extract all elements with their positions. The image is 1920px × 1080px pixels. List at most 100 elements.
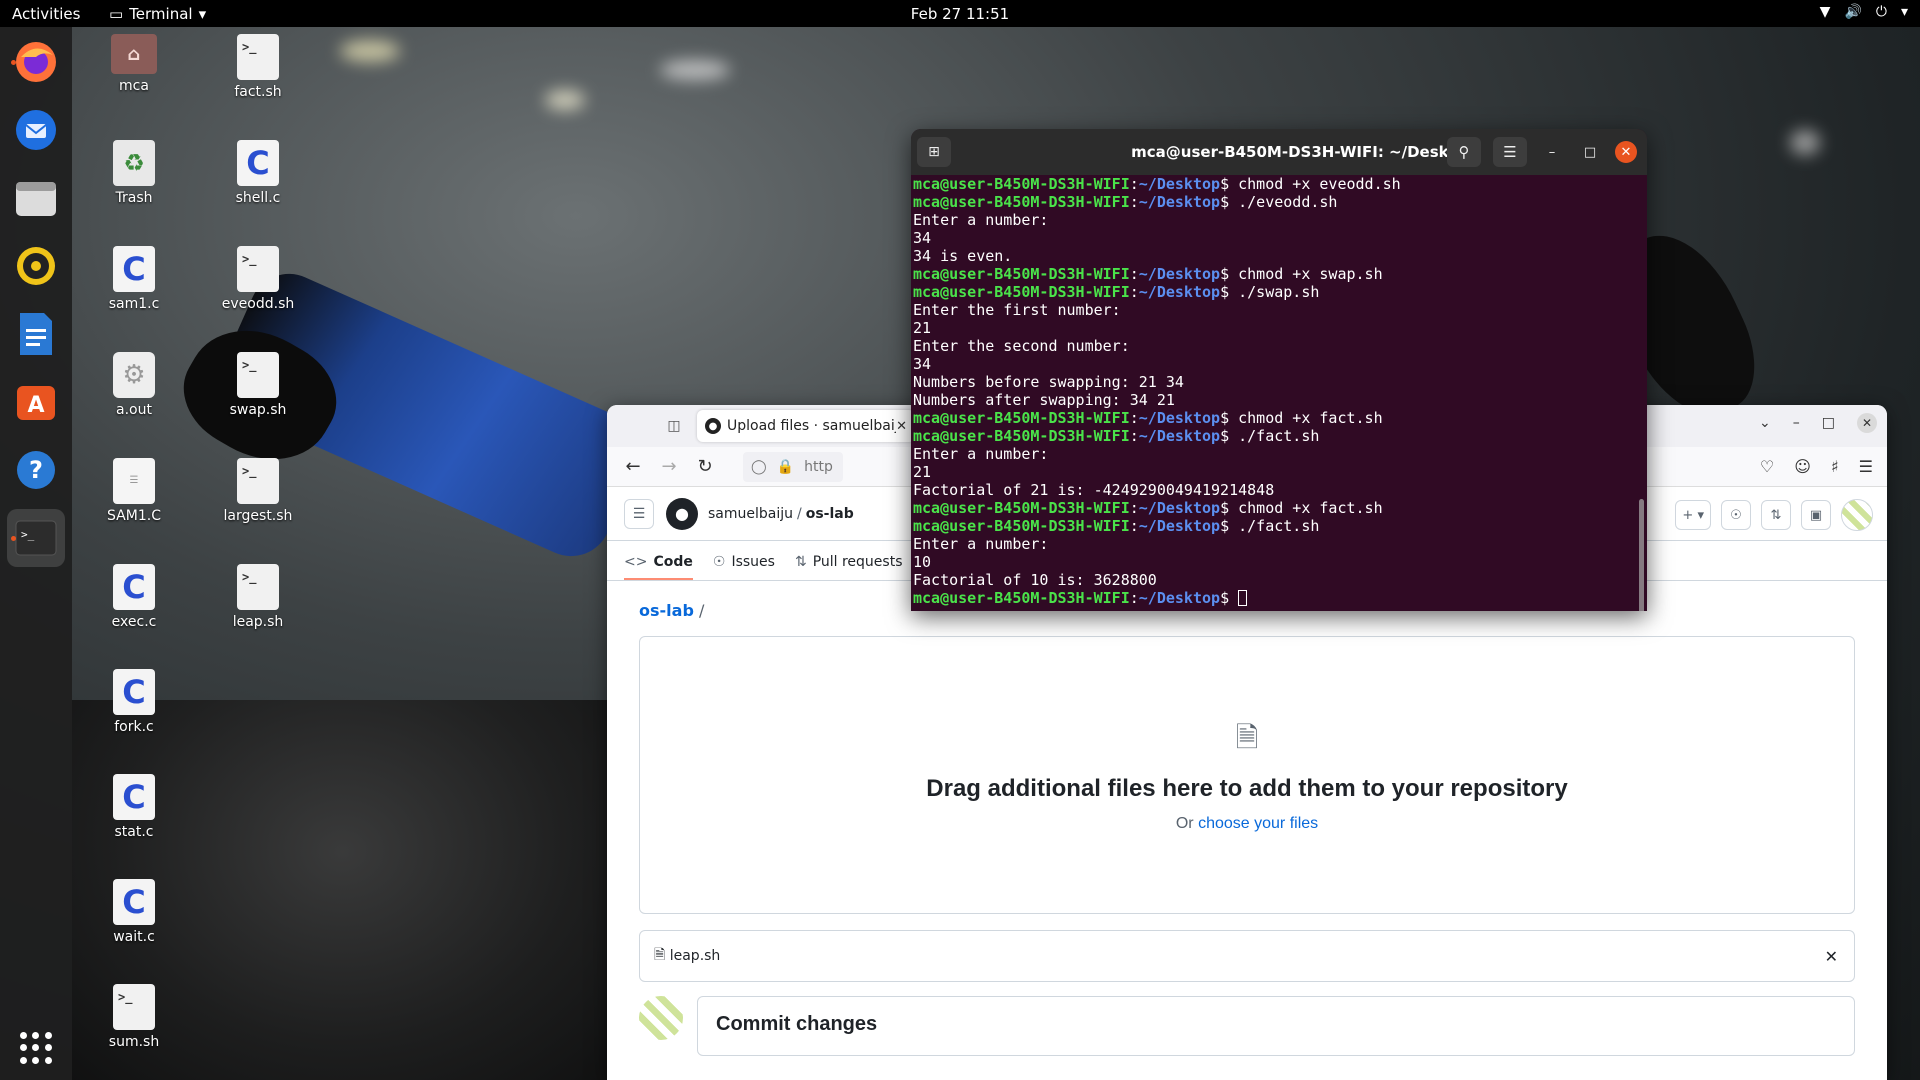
file-drop-zone[interactable]: 🗎 Drag additional files here to add them… xyxy=(639,636,1855,914)
browser-tab[interactable]: ● Upload files · samuelbaiju ✕ xyxy=(697,410,915,442)
software-icon: A xyxy=(17,386,55,420)
volume-icon: 🔊 xyxy=(1844,4,1862,20)
dock-writer[interactable] xyxy=(7,305,65,363)
terminal-output[interactable]: mca@user-B450M-DS3H-WIFI:~/Desktop$ chmo… xyxy=(911,175,1647,607)
show-apps-button[interactable] xyxy=(20,1032,52,1064)
desktop-icon-label: fact.sh xyxy=(234,84,282,100)
desktop-icon-mca[interactable]: ⌂ mca xyxy=(84,34,184,94)
dock-help[interactable]: ? xyxy=(7,441,65,499)
inbox-button[interactable]: ▣ xyxy=(1801,500,1831,530)
extensions-icon[interactable]: ♯ xyxy=(1831,457,1839,476)
new-tab-button[interactable]: ⊞ xyxy=(917,137,951,167)
github-menu-button[interactable]: ☰ xyxy=(624,498,654,529)
status-area[interactable]: ▼ 🔊 ⏻ ▾ xyxy=(1820,4,1908,20)
github-logo-icon[interactable]: ● xyxy=(666,497,698,530)
back-icon[interactable]: ← xyxy=(615,456,651,477)
prompt-user: mca@user-B450M-DS3H-WIFI xyxy=(913,283,1130,301)
terminal-command-line: mca@user-B450M-DS3H-WIFI:~/Desktop$ ./sw… xyxy=(913,283,1645,301)
firefox-icon xyxy=(16,42,56,82)
dock-rhythmbox[interactable] xyxy=(7,237,65,295)
terminal-icon: >_ xyxy=(15,520,57,556)
tab-code[interactable]: <> Code xyxy=(624,554,693,580)
forward-icon[interactable]: → xyxy=(651,456,687,477)
owner-link[interactable]: samuelbaiju xyxy=(708,506,793,522)
maximize-icon[interactable]: □ xyxy=(1577,145,1603,160)
desktop-icon-sum-sh[interactable]: >_ sum.sh xyxy=(84,984,184,1050)
app-menu-label: Terminal xyxy=(129,4,193,23)
pocket-icon[interactable]: ♡ xyxy=(1760,457,1774,476)
desktop-icon-fork-c[interactable]: C fork.c xyxy=(84,669,184,735)
output-text: 21 xyxy=(913,319,932,337)
plus-icon: + xyxy=(1682,507,1694,523)
issues-button[interactable]: ☉ xyxy=(1721,500,1751,530)
tab-overview-button[interactable]: ◫ xyxy=(659,411,689,441)
hamburger-icon: ☰ xyxy=(632,505,646,522)
remove-file-icon[interactable]: ✕ xyxy=(1825,947,1838,966)
close-window-icon[interactable]: ✕ xyxy=(1857,413,1877,433)
close-tab-icon[interactable]: ✕ xyxy=(896,419,907,434)
pull-request-icon: ⇅ xyxy=(1770,507,1782,523)
desktop-icon-sam1-c[interactable]: C sam1.c xyxy=(84,246,184,312)
url-bar[interactable]: ◯ 🔒 http xyxy=(743,451,843,482)
create-new-button[interactable]: + ▾ xyxy=(1675,500,1711,530)
new-tab-icon: ⊞ xyxy=(928,144,940,160)
desktop-icon-wait-c[interactable]: C wait.c xyxy=(84,879,184,945)
desktop-icon-a-out[interactable]: ⚙ a.out xyxy=(84,352,184,418)
desktop-icon-trash[interactable]: ♻ Trash xyxy=(84,140,184,206)
menu-button[interactable]: ☰ xyxy=(1493,137,1527,167)
prompt-user: mca@user-B450M-DS3H-WIFI xyxy=(913,409,1130,427)
prompt-symbol: $ xyxy=(1220,427,1239,445)
desktop-icon-leap-sh[interactable]: >_ leap.sh xyxy=(208,564,308,630)
issue-icon: ☉ xyxy=(1730,507,1742,523)
pull-requests-button[interactable]: ⇅ xyxy=(1761,500,1791,530)
menu-icon[interactable]: ☰ xyxy=(1859,457,1873,476)
clock[interactable]: Feb 27 11:51 xyxy=(0,5,1920,23)
repo-link[interactable]: os-lab xyxy=(806,506,854,522)
pull-request-icon: ⇅ xyxy=(794,554,807,570)
account-icon[interactable]: ☺ xyxy=(1794,457,1811,476)
tab-pull-requests[interactable]: ⇅ Pull requests xyxy=(795,554,903,580)
dock-files[interactable] xyxy=(7,169,65,227)
desktop-icon-fact-sh[interactable]: >_ fact.sh xyxy=(208,34,308,100)
avatar[interactable] xyxy=(1841,499,1873,531)
prompt-path: ~/Desktop xyxy=(1138,517,1221,535)
dock: A ? >_ xyxy=(0,27,72,1080)
choose-files-link[interactable]: choose your files xyxy=(1198,815,1318,832)
minimize-icon[interactable]: – xyxy=(1793,415,1800,431)
dock-software[interactable]: A xyxy=(7,373,65,431)
search-button[interactable]: ⚲ xyxy=(1447,137,1481,167)
desktop-icon-label: SAM1.C xyxy=(107,508,161,524)
terminal-title: mca@user-B450M-DS3H-WIFI: ~/Desktop xyxy=(1131,143,1477,161)
prompt-path: ~/Desktop xyxy=(1138,427,1221,445)
desktop-icon-eveodd-sh[interactable]: >_ eveodd.sh xyxy=(208,246,308,312)
prompt-path: ~/Desktop xyxy=(1138,283,1221,301)
tab-issues[interactable]: ☉ Issues xyxy=(713,554,775,580)
c-file-icon: C xyxy=(113,774,155,820)
path-repo-link[interactable]: os-lab xyxy=(639,601,694,620)
command-text: ./swap.sh xyxy=(1238,283,1320,301)
desktop-icon-shell-c[interactable]: C shell.c xyxy=(208,140,308,206)
activities-button[interactable]: Activities xyxy=(0,5,92,23)
lock-icon: 🔒 xyxy=(776,458,795,475)
desktop-icon-exec-c[interactable]: C exec.c xyxy=(84,564,184,630)
dock-thunderbird[interactable] xyxy=(7,101,65,159)
output-text: 34 is even. xyxy=(913,247,1013,265)
minimize-icon[interactable]: – xyxy=(1539,145,1565,160)
maximize-icon[interactable]: □ xyxy=(1822,415,1835,431)
caret-down-icon: ▾ xyxy=(1697,507,1704,523)
script-file-icon: >_ xyxy=(237,564,279,610)
desktop-icon-swap-sh[interactable]: >_ swap.sh xyxy=(208,352,308,418)
close-window-icon[interactable]: ✕ xyxy=(1615,141,1637,163)
tab-list-icon[interactable]: ⌄ xyxy=(1759,415,1771,431)
dock-firefox[interactable] xyxy=(7,33,65,91)
reload-icon[interactable]: ↻ xyxy=(687,456,723,477)
desktop-icon-stat-c[interactable]: C stat.c xyxy=(84,774,184,840)
desktop-icon-SAM1-C[interactable]: ☰ SAM1.C xyxy=(84,458,184,524)
desktop-icon-largest-sh[interactable]: >_ largest.sh xyxy=(208,458,308,524)
svg-text:>_: >_ xyxy=(21,528,35,541)
app-menu[interactable]: ▭ Terminal ▾ xyxy=(92,5,206,23)
dock-terminal[interactable]: >_ xyxy=(7,509,65,567)
prompt-path: ~/Desktop xyxy=(1138,175,1221,193)
drop-or-text: Or xyxy=(1175,815,1199,832)
terminal-scrollbar[interactable] xyxy=(1639,499,1644,611)
